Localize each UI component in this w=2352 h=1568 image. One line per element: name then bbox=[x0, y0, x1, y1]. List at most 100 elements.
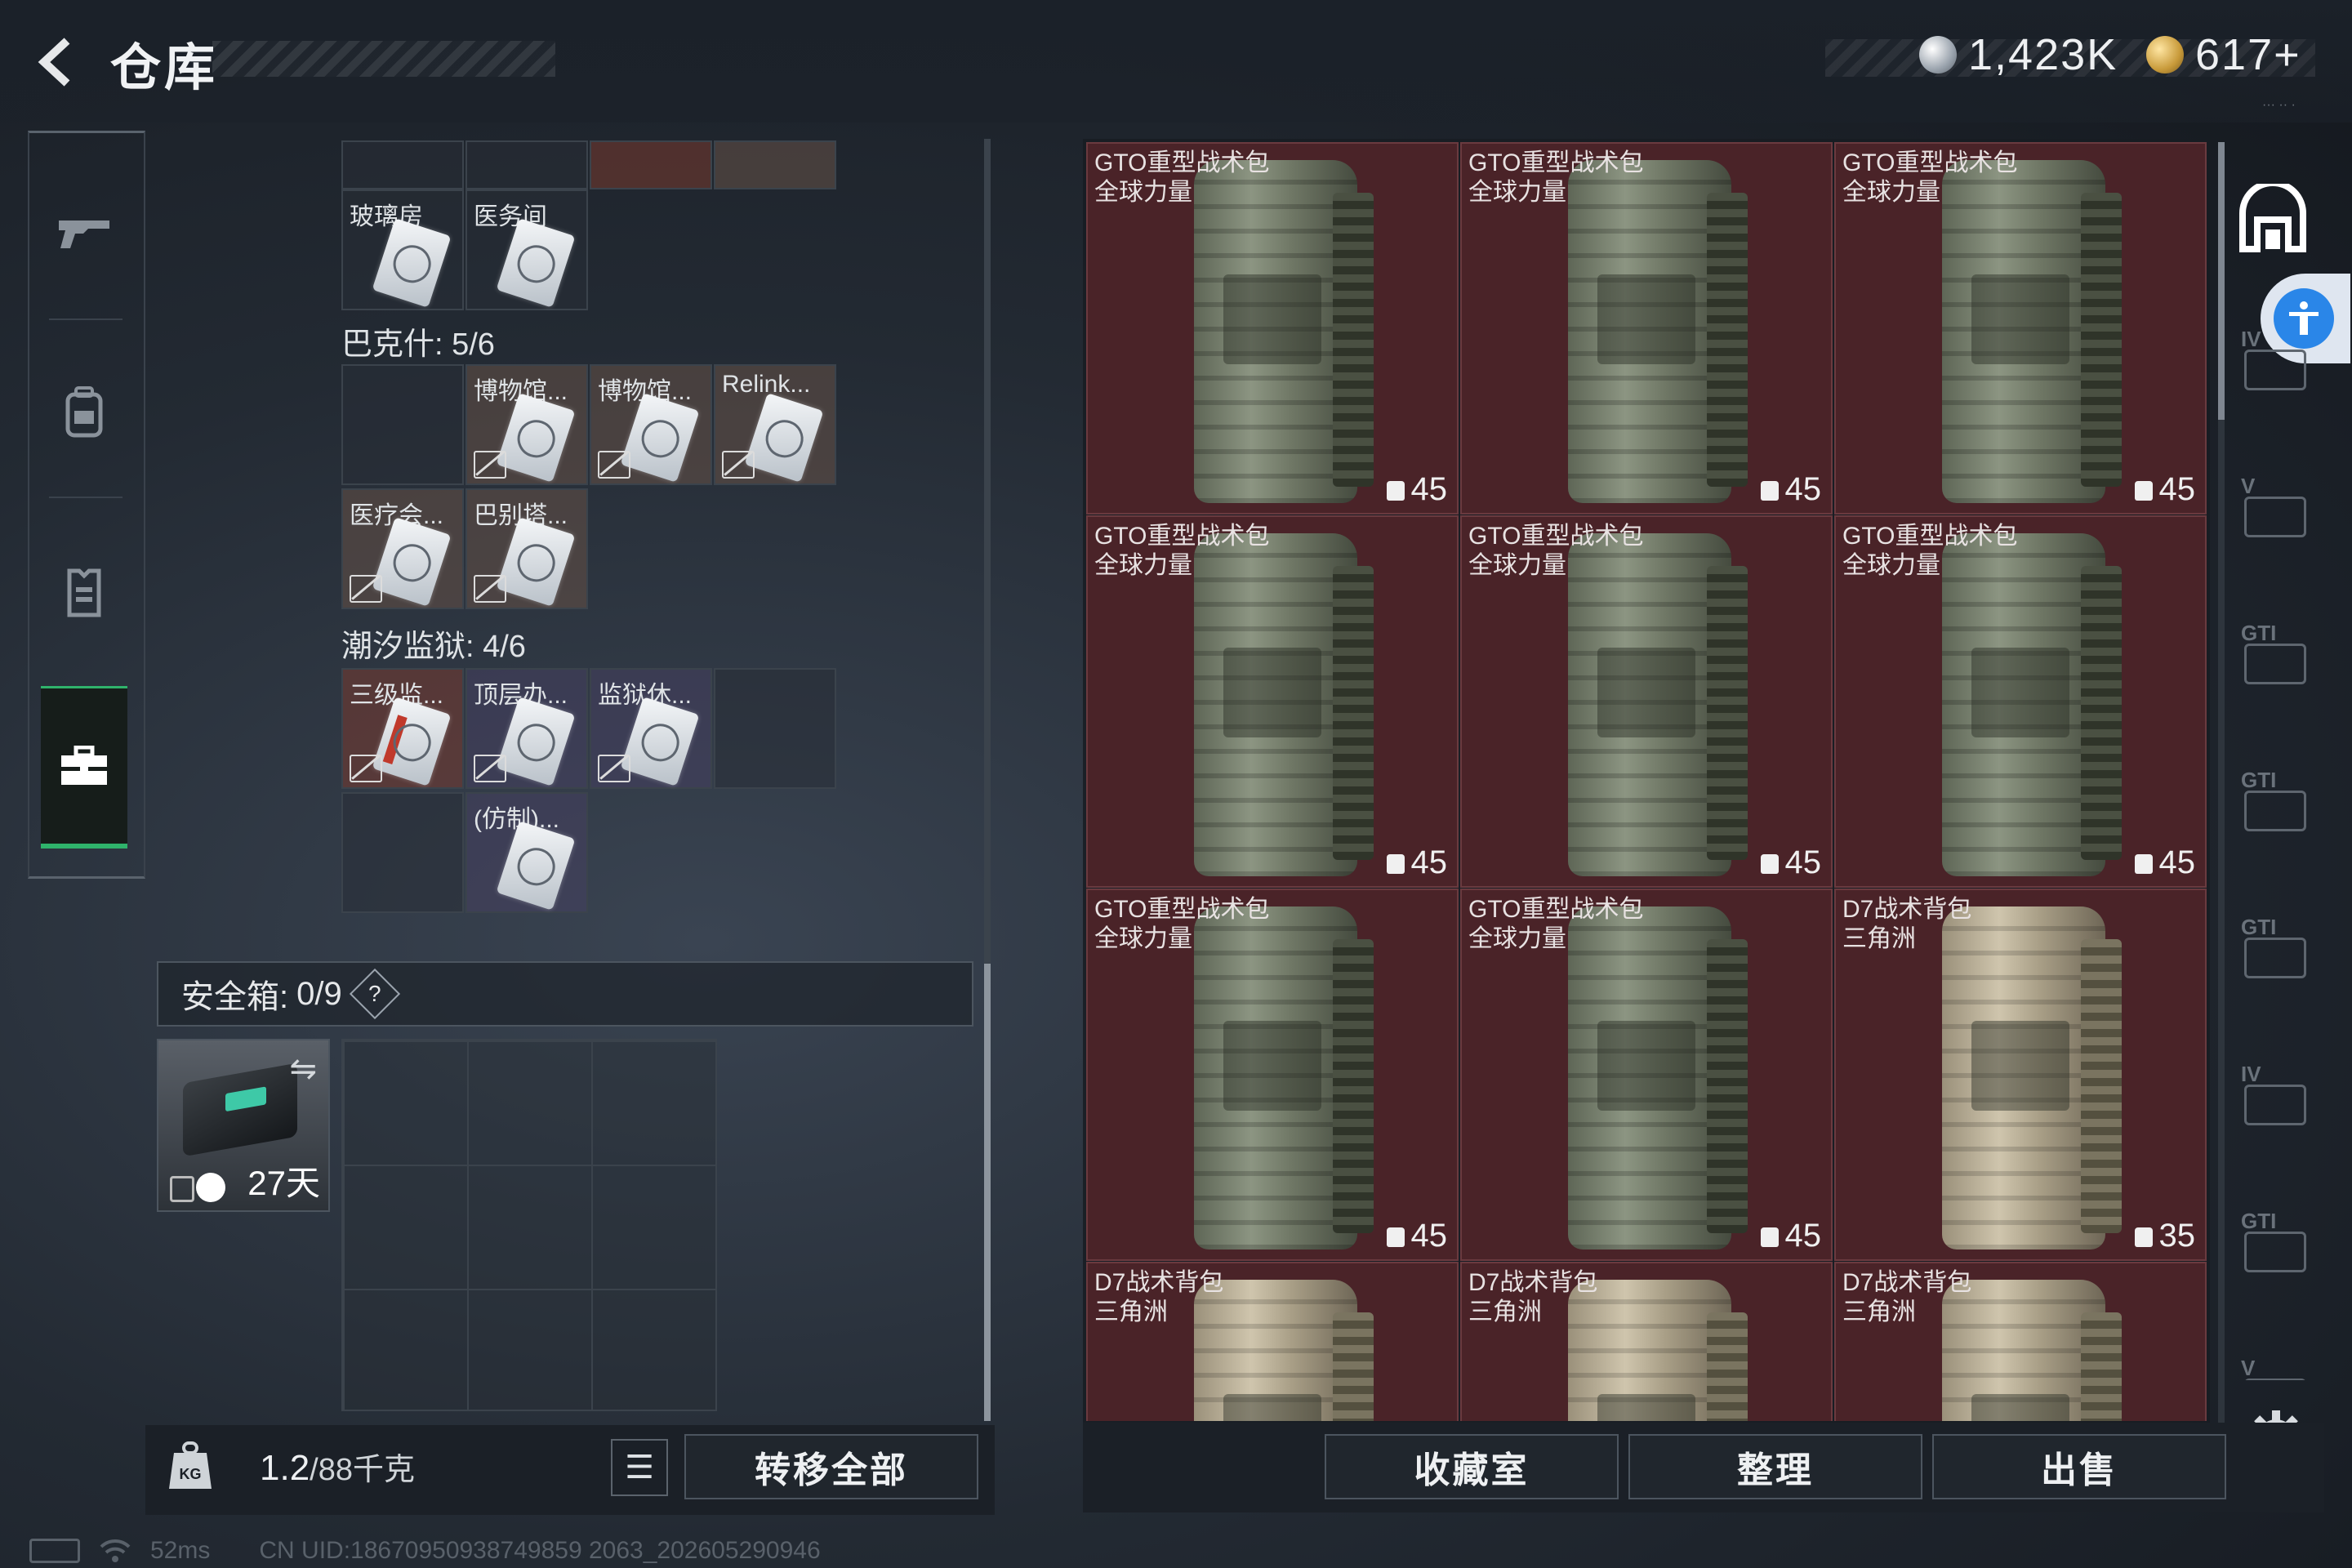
keycard-icon bbox=[744, 393, 824, 483]
capacity-icon bbox=[1760, 1227, 1779, 1248]
collection-room-button[interactable]: 收藏室 bbox=[1325, 1434, 1619, 1499]
backpack-item[interactable]: GTO重型战术包 全球力量 45 bbox=[1460, 515, 1833, 888]
nav-weapons[interactable] bbox=[41, 155, 127, 310]
keycard-item[interactable]: 医疗会... bbox=[341, 488, 464, 609]
backpack-name: D7战术背包 三角洲 bbox=[1468, 1268, 1597, 1327]
back-button[interactable] bbox=[24, 29, 90, 95]
backpack-name: GTO重型战术包 全球力量 bbox=[1842, 149, 2017, 207]
backpack-item[interactable]: GTO重型战术包 全球力量 45 bbox=[1460, 889, 1833, 1261]
keycard-item[interactable]: (仿制)... bbox=[466, 792, 588, 913]
safe-box-item[interactable]: ⇋ 27天 bbox=[157, 1039, 330, 1212]
side-tab-icon[interactable]: GTI bbox=[2241, 768, 2306, 833]
backpack-item[interactable]: GTO重型战术包 全球力量 45 bbox=[1086, 889, 1459, 1261]
backpack-item[interactable]: GTO重型战术包 全球力量 45 bbox=[1834, 515, 2207, 888]
backpack-image bbox=[1194, 906, 1374, 1250]
backpack-image bbox=[1568, 906, 1748, 1250]
keycard-item[interactable]: 顶层办... bbox=[466, 668, 588, 789]
inventory-cell[interactable] bbox=[341, 140, 464, 189]
weight-value: 1.2 bbox=[260, 1448, 310, 1488]
keycard-item[interactable]: 监狱休... bbox=[590, 668, 712, 789]
swap-icon[interactable]: ⇋ bbox=[289, 1050, 317, 1088]
side-tab-icon[interactable]: GTI bbox=[2241, 621, 2306, 686]
inventory-cell[interactable] bbox=[466, 140, 588, 189]
side-tab-icon[interactable]: IV bbox=[2241, 327, 2306, 392]
bag-scrollbar-thumb[interactable] bbox=[2218, 142, 2225, 420]
backpack-name: GTO重型战术包 全球力量 bbox=[1094, 895, 1269, 954]
keycard-item[interactable]: 博物馆... bbox=[466, 364, 588, 485]
nav-backpacks[interactable] bbox=[41, 335, 127, 490]
backpack-faction: 全球力量 bbox=[1842, 552, 1940, 579]
keycard-item[interactable]: 三级监... bbox=[341, 668, 464, 789]
backpack-capacity: 45 bbox=[1760, 844, 1821, 881]
silver-currency[interactable]: 1,423K bbox=[1919, 29, 2118, 80]
backpack-item[interactable]: GTO重型战术包 全球力量 45 bbox=[1460, 142, 1833, 514]
backpack-item[interactable]: GTO重型战术包 全球力量 45 bbox=[1086, 515, 1459, 888]
backpack-title: GTO重型战术包 bbox=[1842, 523, 2018, 550]
side-tab-icon[interactable]: IV bbox=[2241, 1062, 2306, 1127]
inventory-cell[interactable] bbox=[714, 668, 836, 789]
backpack-capacity: 45 bbox=[1386, 1218, 1447, 1254]
backpack-name: GTO重型战术包 全球力量 bbox=[1468, 149, 1643, 207]
inventory-cell[interactable] bbox=[590, 140, 712, 189]
side-tab-label: GTI bbox=[2241, 1209, 2277, 1233]
keycard-item[interactable]: 玻璃房 bbox=[341, 189, 464, 310]
sort-button[interactable]: 整理 bbox=[1628, 1434, 1922, 1499]
transfer-all-button[interactable]: 转移全部 bbox=[684, 1434, 978, 1499]
equipment-icon bbox=[2244, 497, 2306, 537]
backpack-capacity: 45 bbox=[1760, 1218, 1821, 1254]
capacity-value: 45 bbox=[2158, 844, 2196, 880]
keycard-item[interactable]: 博物馆... bbox=[590, 364, 712, 485]
side-tab-icon[interactable]: V bbox=[2241, 1356, 2306, 1380]
side-tab-icon[interactable]: GTI bbox=[2241, 1209, 2306, 1274]
backpack-name: GTO重型战术包 全球力量 bbox=[1842, 522, 2017, 581]
backpack-item[interactable]: D7战术背包 三角洲 bbox=[1086, 1262, 1459, 1421]
inventory-cell[interactable] bbox=[714, 140, 836, 189]
equipment-icon bbox=[2244, 791, 2306, 831]
list-view-button[interactable]: ☰ bbox=[611, 1439, 668, 1496]
keycard-item[interactable]: Relink... bbox=[714, 364, 836, 485]
equipment-icon bbox=[2244, 1232, 2306, 1272]
inventory-cell[interactable] bbox=[341, 364, 464, 485]
uid-text: CN UID:18670950938749859 2063_2026052909… bbox=[259, 1537, 821, 1564]
backpack-image bbox=[1942, 906, 2122, 1250]
status-bar: 52ms CN UID:18670950938749859 2063_20260… bbox=[29, 1537, 821, 1565]
weight-display: 1.2/88千克 bbox=[260, 1444, 415, 1489]
weight-icon: KG bbox=[169, 1441, 212, 1489]
inventory-cell[interactable] bbox=[341, 792, 464, 913]
safe-box-grid[interactable] bbox=[341, 1039, 717, 1411]
nav-armor[interactable] bbox=[41, 514, 127, 670]
backpack-faction: 三角洲 bbox=[1842, 1298, 1916, 1325]
nav-toolbox[interactable] bbox=[41, 686, 127, 849]
sell-button[interactable]: 出售 bbox=[1932, 1434, 2226, 1499]
home-storage-icon[interactable] bbox=[2238, 184, 2308, 254]
no-bind-icon bbox=[350, 755, 382, 782]
side-tab-icon[interactable]: GTI bbox=[2241, 915, 2306, 980]
backpack-item[interactable]: D7战术背包 三角洲 bbox=[1834, 1262, 2207, 1421]
backpack-title: D7战术背包 bbox=[1842, 896, 1972, 923]
backpack-item[interactable]: D7战术背包 三角洲 bbox=[1460, 1262, 1833, 1421]
capacity-value: 45 bbox=[1784, 471, 1822, 507]
backpack-faction: 全球力量 bbox=[1094, 179, 1192, 206]
gold-currency[interactable]: 617+ bbox=[2146, 29, 2301, 80]
no-bind-icon bbox=[350, 575, 382, 603]
backpack-title: D7战术背包 bbox=[1468, 1269, 1598, 1296]
silver-coin-icon bbox=[1919, 36, 1957, 74]
backpack-item[interactable]: D7战术背包 三角洲 35 bbox=[1834, 889, 2207, 1261]
backpack-capacity: 45 bbox=[2134, 471, 2195, 508]
weapon-icon bbox=[59, 220, 109, 248]
help-icon[interactable]: ? bbox=[349, 968, 400, 1020]
backpack-capacity: 45 bbox=[1760, 471, 1822, 508]
backpack-item[interactable]: GTO重型战术包 全球力量 45 bbox=[1086, 142, 1459, 514]
storage-scrollbar-thumb[interactable] bbox=[984, 964, 991, 1421]
keycard-item[interactable]: 医务间 bbox=[466, 189, 588, 310]
backpack-item[interactable]: GTO重型战术包 全球力量 45 bbox=[1834, 142, 2207, 514]
no-bind-icon bbox=[598, 451, 630, 479]
side-tab-icon[interactable]: V bbox=[2241, 474, 2306, 539]
side-tab-label: GTI bbox=[2241, 768, 2277, 792]
backpack-title: GTO重型战术包 bbox=[1468, 896, 1644, 923]
region-label-prison: 潮汐监狱: 4/6 bbox=[341, 630, 526, 664]
nav-separator bbox=[49, 497, 122, 498]
backpack-name: GTO重型战术包 全球力量 bbox=[1094, 522, 1269, 581]
keycard-item[interactable]: 巴别塔... bbox=[466, 488, 588, 609]
silver-amount: 1,423K bbox=[1968, 30, 2118, 79]
